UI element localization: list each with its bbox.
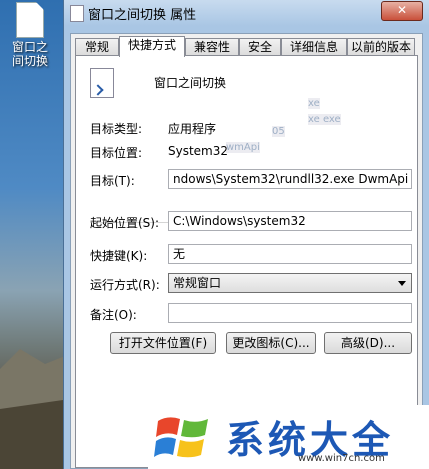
- target-label: 目标(T):: [90, 174, 135, 188]
- file-icon: [16, 2, 44, 38]
- hotkey-label: 快捷键(K):: [90, 249, 148, 263]
- window-file-icon: [70, 5, 84, 22]
- shortcut-name: 窗口之间切换: [154, 76, 227, 90]
- target-type-label: 目标类型:: [90, 122, 143, 136]
- target-location-label: 目标位置:: [90, 146, 143, 160]
- start-in-label: 起始位置(S):: [90, 216, 160, 230]
- hotkey-input[interactable]: 无: [168, 244, 412, 264]
- run-select[interactable]: 常规窗口: [168, 273, 412, 293]
- comment-label: 备注(O):: [90, 308, 137, 322]
- shortcut-file-icon: [90, 68, 114, 98]
- title-bar[interactable]: 窗口之间切换 属性 ✕: [64, 0, 429, 26]
- overlay-fragment: xe: [308, 98, 320, 109]
- comment-input[interactable]: [168, 303, 412, 323]
- open-file-location-button[interactable]: 打开文件位置(F): [110, 332, 216, 354]
- tab-general[interactable]: 常规: [75, 38, 119, 55]
- start-in-input[interactable]: C:\Windows\system32: [168, 211, 412, 231]
- target-location-value: System32: [168, 144, 229, 158]
- watermark: 系统大全 www.win7cn.com: [148, 405, 429, 469]
- desktop-background-hills: [0, 349, 70, 469]
- overlay-fragment: wmApi: [226, 142, 260, 153]
- tab-compatibility[interactable]: 兼容性: [185, 38, 239, 55]
- change-icon-button[interactable]: 更改图标(C)...: [226, 332, 316, 354]
- run-select-value: 常规窗口: [173, 276, 222, 290]
- target-input[interactable]: ndows\System32\rundll32.exe DwmApi #105: [168, 169, 412, 189]
- tab-details[interactable]: 详细信息: [281, 38, 347, 55]
- tab-security[interactable]: 安全: [239, 38, 281, 55]
- tab-shortcut[interactable]: 快捷方式: [119, 36, 185, 57]
- properties-window: 窗口之间切换 属性 ✕ 常规 快捷方式 兼容性 安全 详细信息 以前的版本 窗口…: [63, 0, 429, 469]
- tab-previous-versions[interactable]: 以前的版本: [347, 38, 415, 55]
- chevron-down-icon: [398, 281, 406, 286]
- advanced-button[interactable]: 高级(D)...: [324, 332, 412, 354]
- overlay-fragment: xe exe: [308, 114, 341, 125]
- window-title: 窗口之间切换 属性: [88, 8, 197, 23]
- target-type-value: 应用程序: [168, 122, 217, 136]
- windows-logo-icon: [154, 417, 208, 458]
- dialog-client: 常规 快捷方式 兼容性 安全 详细信息 以前的版本 窗口之间切换 目标类型: 应…: [70, 33, 423, 469]
- desktop-icon-label: 窗口之间切换: [11, 40, 48, 68]
- run-label: 运行方式(R):: [90, 278, 160, 292]
- desktop-shortcut-icon[interactable]: 窗口之间切换: [8, 2, 52, 68]
- overlay-fragment: 05: [272, 126, 285, 137]
- close-button[interactable]: ✕: [381, 1, 423, 21]
- watermark-url: www.win7cn.com: [298, 453, 385, 464]
